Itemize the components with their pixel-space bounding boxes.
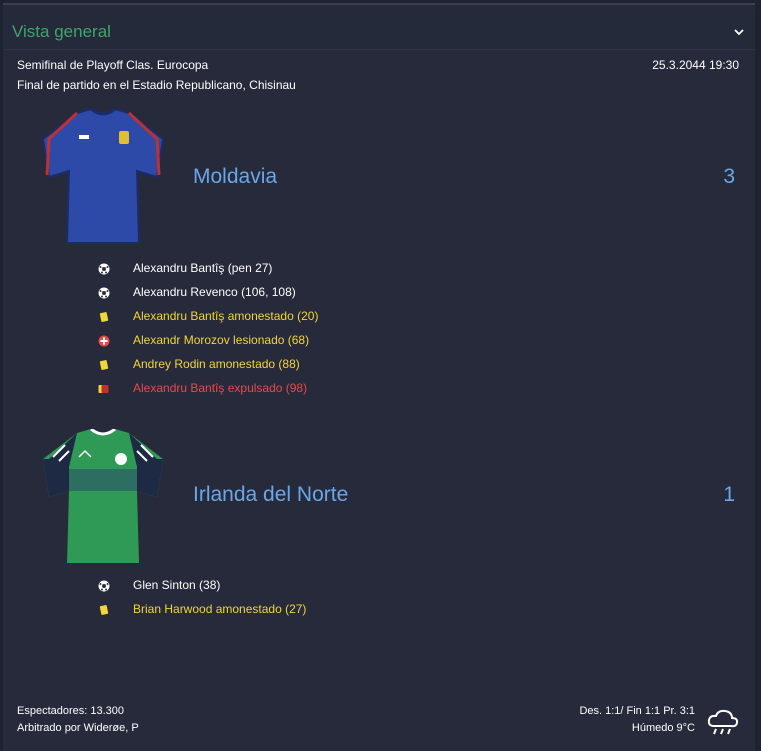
panel-header[interactable]: Vista general	[3, 9, 755, 50]
event-text[interactable]: Alexandru Bantîş amonestado (20)	[133, 309, 318, 323]
venue-label: Final de partido en el Estadio Republica…	[17, 78, 296, 92]
home-score: 3	[723, 165, 735, 188]
event-text[interactable]: Alexandru Bantîş expulsado (98)	[133, 381, 307, 395]
panel-title: Vista general	[12, 22, 111, 41]
home-team-name[interactable]: Moldavia	[193, 165, 277, 189]
rain-cloud-icon	[707, 709, 739, 735]
event-text[interactable]: Alexandru Revenco (106, 108)	[133, 285, 296, 299]
ball-icon	[97, 262, 111, 276]
yellow-card-icon	[97, 603, 111, 617]
injury-icon	[97, 334, 111, 348]
second-yellow-red-card-icon	[97, 382, 111, 396]
event-text[interactable]: Brian Harwood amonestado (27)	[133, 602, 306, 616]
home-shirt-icon	[41, 109, 165, 244]
score-details-label: Des. 1:1/ Fin 1:1 Pr. 3:1	[579, 705, 695, 717]
away-shirt-icon	[43, 429, 163, 563]
event-text[interactable]: Alexandru Bantîş (pen 27)	[133, 261, 272, 275]
ball-icon	[97, 286, 111, 300]
event-text[interactable]: Andrey Rodin amonestado (88)	[133, 357, 300, 371]
away-team-name[interactable]: Irlanda del Norte	[193, 483, 348, 507]
ball-icon	[97, 579, 111, 593]
competition-label: Semifinal de Playoff Clas. Eurocopa	[17, 58, 209, 72]
match-overview-panel: Vista general Semifinal de Playoff Clas.…	[3, 3, 755, 751]
weather-label: Húmedo 9°C	[631, 722, 695, 734]
yellow-card-icon	[97, 310, 111, 324]
chevron-down-icon[interactable]	[732, 25, 746, 39]
referee-label: Arbitrado por Widerøe, P	[17, 722, 139, 734]
match-datetime: 25.3.2044 19:30	[652, 58, 739, 72]
event-text[interactable]: Glen Sinton (38)	[133, 578, 220, 592]
event-text[interactable]: Alexandr Morozov lesionado (68)	[133, 333, 309, 347]
attendance-label: Espectadores: 13.300	[17, 705, 125, 717]
away-score: 1	[723, 483, 735, 506]
yellow-card-icon	[97, 358, 111, 372]
